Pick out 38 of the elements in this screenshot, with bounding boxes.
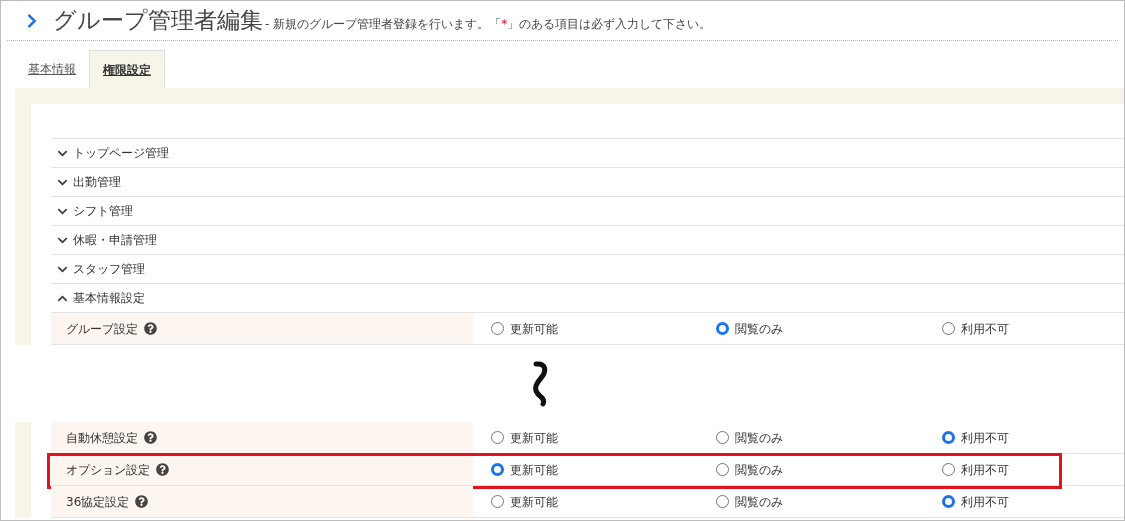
help-icon[interactable] xyxy=(144,431,157,444)
radio-button[interactable] xyxy=(942,463,956,476)
option-label: 閲覧のみ xyxy=(735,493,784,511)
option-label: 閲覧のみ xyxy=(735,320,784,338)
help-icon[interactable] xyxy=(135,495,149,508)
radio-button[interactable] xyxy=(716,431,730,444)
radio-button[interactable] xyxy=(490,431,504,444)
squiggle-break-icon xyxy=(530,360,550,407)
option-label: 閲覧のみ xyxy=(735,429,784,447)
setting-label: 自動休憩設定 xyxy=(66,429,138,447)
option-label: 更新可能 xyxy=(509,320,558,338)
radio-button[interactable] xyxy=(716,322,730,335)
radio-button[interactable] xyxy=(942,495,956,508)
radio-button[interactable] xyxy=(942,431,956,444)
option-label: 利用不可 xyxy=(961,461,1010,479)
radio-button[interactable] xyxy=(490,322,504,335)
page-description: - 新規のグループ管理者登録を行います。「*」のある項目は必ず入力して下さい。 xyxy=(265,16,712,33)
option-label: 更新可能 xyxy=(509,493,558,511)
setting-label: オプション設定 xyxy=(66,461,150,479)
tab[interactable]: 権限設定 xyxy=(89,50,165,88)
option-label: 更新可能 xyxy=(509,461,558,479)
radio-button[interactable] xyxy=(490,463,504,476)
option-label: 利用不可 xyxy=(961,429,1010,447)
radio-button[interactable] xyxy=(716,495,730,508)
page-title: グループ管理者編集 xyxy=(53,9,263,32)
option-label: 利用不可 xyxy=(961,320,1010,338)
help-icon[interactable] xyxy=(144,322,157,335)
setting-label: 36協定設定 xyxy=(66,493,130,511)
help-icon[interactable] xyxy=(156,463,169,476)
option-label: 閲覧のみ xyxy=(735,461,784,479)
tab[interactable]: 基本情報 xyxy=(15,50,89,88)
radio-button[interactable] xyxy=(942,322,956,335)
radio-button[interactable] xyxy=(716,463,730,476)
chevron-icon xyxy=(25,13,39,29)
setting-label: グループ設定 xyxy=(66,320,138,338)
option-label: 更新可能 xyxy=(509,429,558,447)
option-label: 利用不可 xyxy=(961,493,1010,511)
radio-button[interactable] xyxy=(490,495,504,508)
